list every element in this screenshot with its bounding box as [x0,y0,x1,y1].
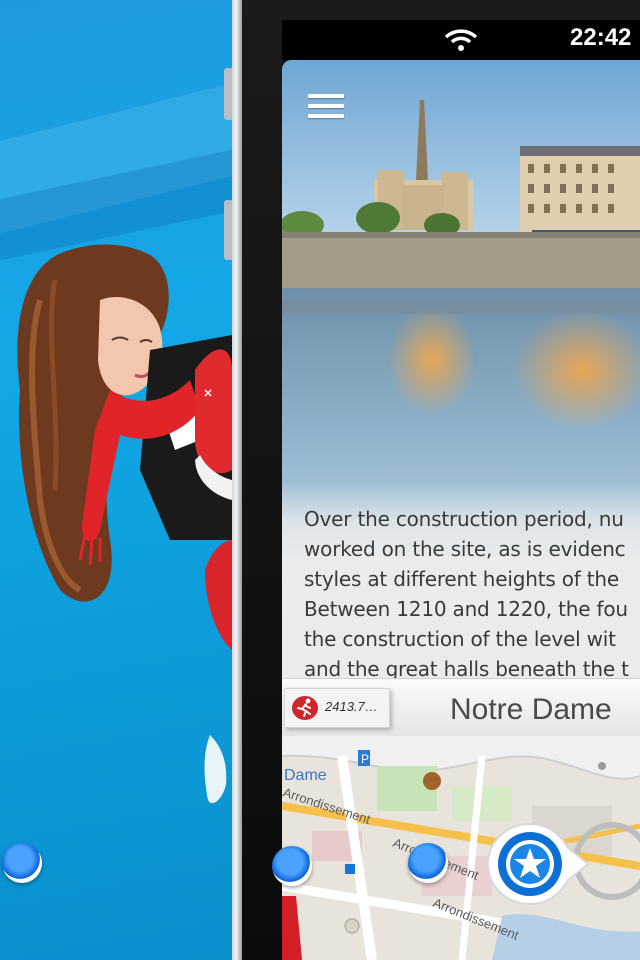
distance-text: 2413.7… [325,699,378,714]
runner-icon [292,696,318,720]
phone-frame-edge [232,0,242,960]
hamburger-menu-icon[interactable] [308,94,344,118]
description-line: the construction of the level wit [304,627,616,651]
pager-dot[interactable] [408,843,448,883]
distance-badge[interactable]: 2413.7… [284,688,390,728]
wifi-icon [444,29,478,51]
parking-marker: P [361,752,369,766]
place-title: Notre Dame [450,693,612,726]
description-line: worked on the site, as is evidenc [304,537,626,561]
description-line: styles at different heights of the [304,567,619,591]
description-text: Over the construction period, nu worked … [304,504,640,684]
pager-dot[interactable] [272,846,312,886]
promo-model-image [17,244,232,650]
status-time: 22:42 [570,24,632,51]
snowflake-decoration [204,735,227,804]
description-line: Between 1210 and 1220, the fou [304,597,628,621]
map-label: Dame [284,767,327,784]
promo-panel [0,0,232,960]
star-navigation-icon[interactable] [486,820,590,908]
pager-dot[interactable] [2,843,42,883]
map-position-marker [345,864,355,874]
description-line: Over the construction period, nu [304,507,624,531]
